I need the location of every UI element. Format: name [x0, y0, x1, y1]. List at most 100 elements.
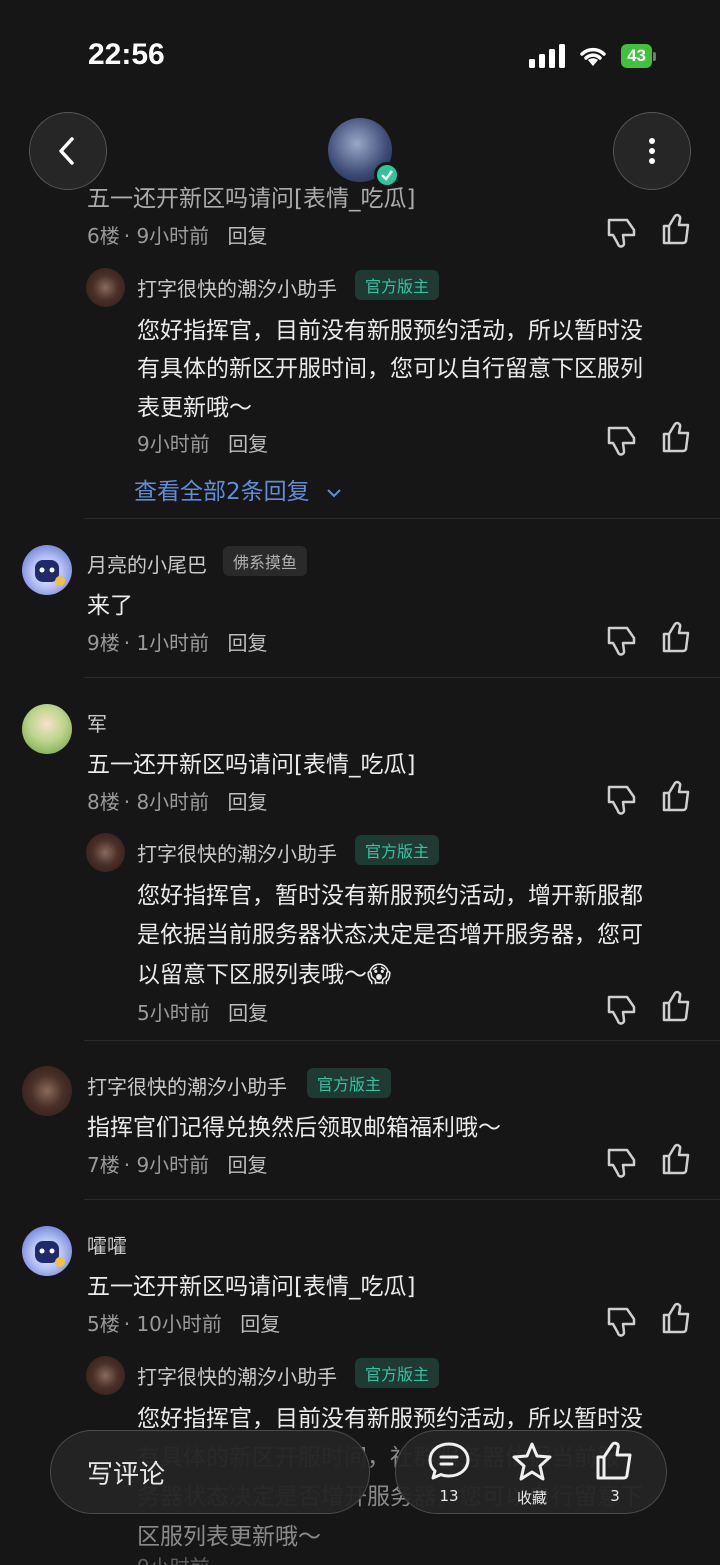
divider: [84, 518, 720, 519]
signal-icon: [529, 44, 566, 68]
bottom-action-bar: 写评论 13 收藏 3: [0, 1420, 720, 1540]
reply-link[interactable]: 回复: [228, 1153, 268, 1177]
dislike-icon[interactable]: [603, 214, 639, 250]
reply-meta: 5小时前 回复: [137, 997, 272, 1026]
like-icon[interactable]: [658, 779, 694, 815]
comment-time: 9小时前: [136, 1153, 210, 1177]
avatar[interactable]: [22, 704, 72, 754]
reply-link[interactable]: 回复: [228, 432, 268, 456]
reply-author-name[interactable]: 打字很快的潮汐小助手: [137, 1361, 337, 1390]
like-icon[interactable]: [658, 420, 694, 456]
battery-level: 43: [621, 44, 652, 68]
reply-link[interactable]: 回复: [228, 631, 268, 655]
comment-author-name[interactable]: 月亮的小尾巴: [87, 549, 207, 578]
reply-time: 9小时前: [137, 1551, 210, 1565]
comment-meta: 5楼 · 10小时前 回复: [87, 1312, 281, 1336]
battery-icon: [653, 51, 656, 61]
reply-link[interactable]: 回复: [240, 1312, 280, 1336]
official-badge: 官方版主: [355, 835, 440, 865]
favorite-label: 收藏: [516, 1489, 547, 1507]
reply-time: 5小时前: [137, 1001, 210, 1025]
more-vertical-icon: [649, 138, 655, 164]
floor-number: 9楼: [87, 631, 120, 655]
write-comment-label: 写评论: [87, 1459, 166, 1490]
dislike-icon[interactable]: [603, 781, 639, 817]
avatar[interactable]: [86, 268, 125, 307]
reply-text-line: 以留意下区服列表哦～😱: [137, 962, 391, 988]
reply-text-line: 您好指挥官，目前没有新服预约活动，所以暂时没: [137, 318, 643, 344]
chevron-down-icon: [327, 489, 341, 498]
comments-button[interactable]: 13: [414, 1441, 484, 1505]
thumbs-up-icon: [596, 1441, 632, 1480]
avatar[interactable]: [22, 1066, 72, 1116]
divider: [84, 1040, 720, 1041]
comment-time: 1小时前: [136, 631, 210, 655]
like-icon[interactable]: [658, 989, 694, 1025]
comment-time: 9小时前: [136, 224, 210, 248]
dislike-icon[interactable]: [603, 622, 639, 658]
comment-meta: 9楼 · 1小时前 回复: [87, 631, 268, 655]
reply-author-name[interactable]: 打字很快的潮汐小助手: [137, 273, 337, 302]
comments-count: 13: [439, 1487, 459, 1505]
comment-meta: 6楼 · 9小时前 回复: [87, 224, 268, 248]
status-bar: 22:56 43: [0, 0, 720, 110]
like-post-button[interactable]: 3: [580, 1441, 650, 1505]
author-avatar[interactable]: [328, 118, 400, 188]
avatar[interactable]: [86, 1356, 125, 1395]
more-button[interactable]: [613, 112, 691, 190]
view-all-replies-link[interactable]: 查看全部2条回复: [134, 472, 343, 506]
favorite-button[interactable]: 收藏: [497, 1441, 567, 1508]
comment-time: 8小时前: [136, 790, 210, 814]
reply-text-line: 有具体的新区开服时间，您可以自行留意下区服列: [137, 356, 643, 382]
reply-link[interactable]: 回复: [228, 224, 268, 248]
comment-time: 10小时前: [136, 1312, 222, 1336]
emoji: 😱: [367, 962, 391, 988]
like-icon[interactable]: [658, 1301, 694, 1337]
reply-text-line: 您好指挥官，暂时没有新服预约活动，增开新服都: [137, 883, 643, 909]
reply-time: 9小时前: [137, 432, 210, 456]
like-icon[interactable]: [658, 620, 694, 656]
comment-text: 五一还开新区吗请问[表情_吃瓜]: [87, 1274, 416, 1300]
status-icons: 43: [529, 44, 656, 68]
reply-text-line: 表更新哦～: [137, 395, 252, 421]
floor-number: 6楼: [87, 224, 120, 248]
wifi-icon: [580, 47, 606, 66]
dislike-icon[interactable]: [603, 422, 639, 458]
floor-number: 5楼: [87, 1312, 120, 1336]
comment-text: 五一还开新区吗请问[表情_吃瓜]: [87, 186, 416, 212]
dislike-icon[interactable]: [603, 1303, 639, 1339]
like-icon[interactable]: [658, 1142, 694, 1178]
verified-icon: [374, 162, 400, 188]
like-icon[interactable]: [658, 212, 694, 248]
write-comment-button[interactable]: 写评论: [50, 1430, 370, 1514]
dislike-icon[interactable]: [603, 1144, 639, 1180]
dislike-icon[interactable]: [603, 991, 639, 1027]
action-group: 13 收藏 3: [395, 1430, 667, 1514]
comment-text: 指挥官们记得兑换然后领取邮箱福利哦～: [87, 1115, 501, 1141]
official-badge: 官方版主: [355, 270, 440, 300]
comment-text: 五一还开新区吗请问[表情_吃瓜]: [87, 752, 416, 778]
avatar[interactable]: [22, 545, 72, 595]
avatar[interactable]: [86, 833, 125, 872]
floor-number: 8楼: [87, 790, 120, 814]
comment-author-name[interactable]: 军: [87, 708, 107, 737]
comment-author-name[interactable]: 打字很快的潮汐小助手: [87, 1071, 287, 1100]
reply-link[interactable]: 回复: [228, 790, 268, 814]
user-badge: 佛系摸鱼: [223, 546, 308, 576]
reply-meta: 9小时前 回复: [137, 428, 272, 457]
divider: [84, 1199, 720, 1200]
reply-text-line: 是依据当前服务器状态决定是否增开服务器，您可: [137, 922, 643, 948]
reply-author-name[interactable]: 打字很快的潮汐小助手: [137, 838, 337, 867]
comment-text: 来了: [87, 593, 133, 619]
star-icon: [512, 1442, 552, 1481]
divider: [84, 677, 720, 678]
official-badge: 官方版主: [307, 1068, 392, 1098]
status-time: 22:56: [88, 38, 165, 71]
likes-count: 3: [610, 1487, 620, 1505]
back-button[interactable]: [29, 112, 107, 190]
floor-number: 7楼: [87, 1153, 120, 1177]
comment-author-name[interactable]: 嚯嚯: [87, 1230, 127, 1259]
chevron-left-icon: [59, 137, 74, 165]
reply-link[interactable]: 回复: [228, 1001, 268, 1025]
avatar[interactable]: [22, 1226, 72, 1276]
